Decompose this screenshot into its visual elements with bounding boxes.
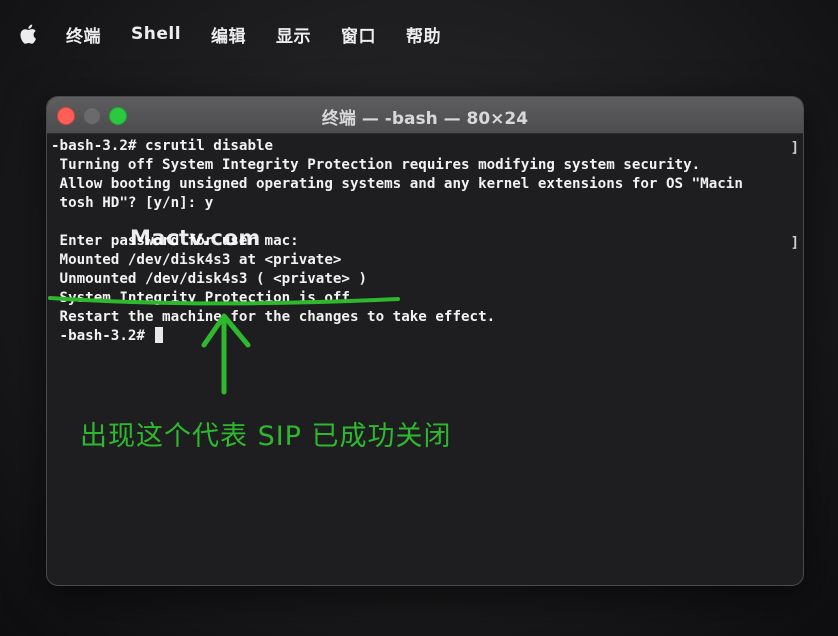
terminal-line: Restart the machine for the changes to t…: [51, 309, 496, 325]
annotation-caption: 出现这个代表 SIP 已成功关闭: [80, 421, 452, 452]
window-titlebar[interactable]: 终端 — -bash — 80×24: [47, 97, 803, 134]
menu-help[interactable]: 帮助: [406, 22, 441, 47]
desktop-screen: 终端 Shell 编辑 显示 窗口 帮助 终端 — -bash — 80×24 …: [0, 0, 838, 636]
terminal-line: Unmounted /dev/disk4s3 ( <private> ): [51, 271, 368, 287]
menu-view[interactable]: 显示: [276, 22, 311, 47]
line-marker: ]: [790, 140, 799, 156]
watermark-text: Mactv.com: [130, 226, 261, 250]
terminal-line-sip-off: System Integrity Protection is off.: [51, 290, 359, 306]
terminal-line: Turning off System Integrity Protection …: [51, 157, 701, 173]
prompt-text: -bash-3.2#: [51, 328, 154, 344]
apple-icon[interactable]: [18, 22, 40, 46]
terminal-output[interactable]: -bash-3.2# csrutil disable Turning off S…: [51, 137, 799, 585]
menu-bar: 终端 Shell 编辑 显示 窗口 帮助: [0, 0, 838, 72]
terminal-line: -bash-3.2# csrutil disable: [51, 138, 274, 154]
menu-terminal[interactable]: 终端: [66, 22, 101, 47]
terminal-line: tosh HD"? [y/n]: y: [51, 195, 214, 211]
terminal-window: 终端 — -bash — 80×24 -bash-3.2# csrutil di…: [46, 96, 804, 586]
menu-shell[interactable]: Shell: [131, 24, 181, 44]
menu-edit[interactable]: 编辑: [211, 22, 246, 47]
terminal-line: Mounted /dev/disk4s3 at <private>: [51, 252, 342, 268]
terminal-line: Allow booting unsigned operating systems…: [51, 176, 743, 192]
text-cursor: [154, 327, 163, 343]
terminal-prompt-line: -bash-3.2#: [51, 327, 799, 346]
window-title: 终端 — -bash — 80×24: [321, 109, 529, 129]
line-marker: ]: [790, 235, 799, 251]
menu-window[interactable]: 窗口: [341, 22, 376, 47]
